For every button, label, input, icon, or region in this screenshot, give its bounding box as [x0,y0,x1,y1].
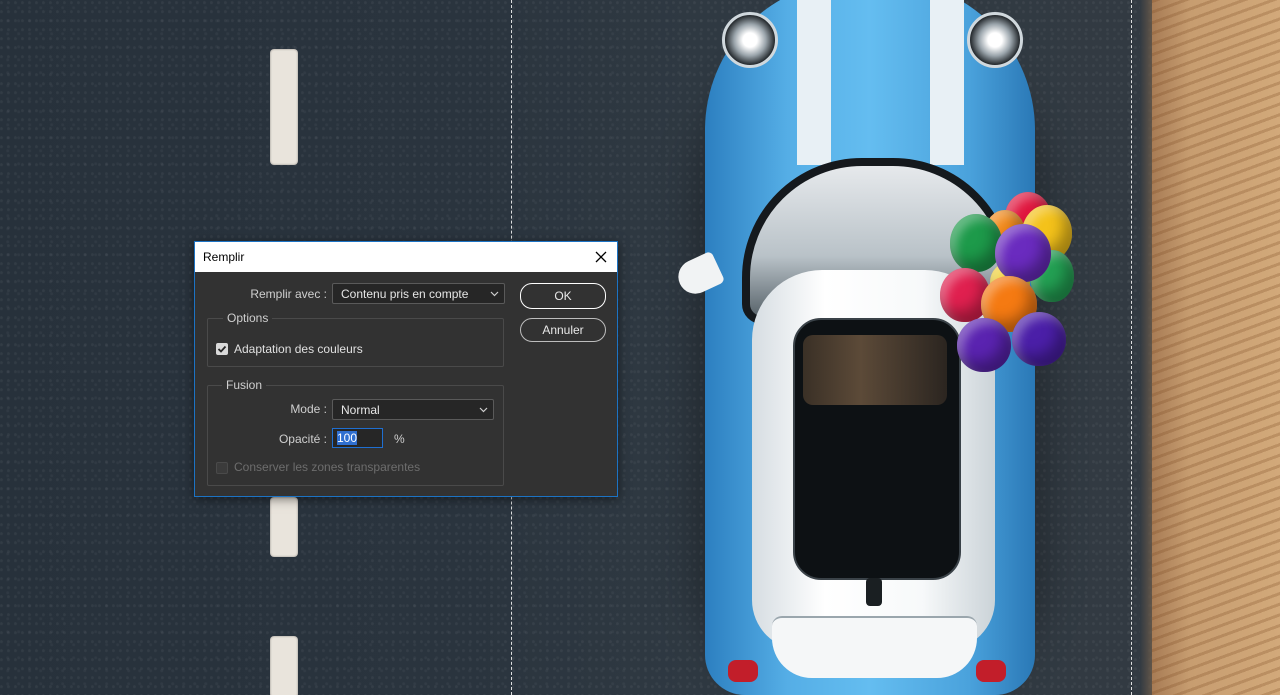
fill-with-select[interactable]: Contenu pris en compte [332,283,505,304]
fill-with-value: Contenu pris en compte [341,287,469,301]
opacity-value: 100 [337,431,358,445]
checkmark-icon [217,345,227,353]
mode-label: Mode : [290,402,327,416]
balloon [957,318,1011,372]
hood-stripe [797,0,831,165]
opacity-label: Opacité : [278,432,327,446]
sand-area [1152,0,1280,695]
close-button[interactable] [587,244,615,270]
mode-select[interactable]: Normal [332,399,494,420]
balloon [950,214,1002,272]
fill-with-label: Remplir avec : [250,287,327,301]
options-group-title: Options [223,311,273,325]
taillight [976,660,1006,682]
photo-canvas[interactable] [0,0,1280,695]
opacity-input[interactable]: 100 [332,428,383,448]
cancel-button[interactable]: Annuler [520,318,606,342]
hood-stripe [930,0,964,165]
balloon [1012,312,1066,366]
selection-marquee-right[interactable] [1131,0,1132,695]
lane-marking [270,497,298,557]
rear-window [772,616,977,678]
color-adaptation-checkbox[interactable] [216,343,228,355]
headlight [722,12,778,68]
lane-marking [270,636,298,695]
blending-group-title: Fusion [222,378,267,392]
headlight [967,12,1023,68]
dialog-titlebar[interactable]: Remplir [195,242,617,272]
close-icon [595,251,607,263]
mode-value: Normal [341,403,380,417]
opacity-unit: % [394,432,405,446]
preserve-transparency-checkbox[interactable] [216,462,228,474]
chevron-down-icon [490,291,499,297]
balloon [995,224,1051,282]
chevron-down-icon [479,407,488,413]
lane-marking [270,49,298,165]
rear-handle [866,578,882,606]
color-adaptation-label[interactable]: Adaptation des couleurs [234,342,363,356]
dialog-title: Remplir [203,250,245,264]
taillight [728,660,758,682]
preserve-transparency-label: Conserver les zones transparentes [234,460,421,474]
fill-dialog: Remplir Remplir avec : Contenu pris en c… [194,241,618,497]
sunroof-glass [803,335,947,405]
ok-button[interactable]: OK [520,283,606,309]
